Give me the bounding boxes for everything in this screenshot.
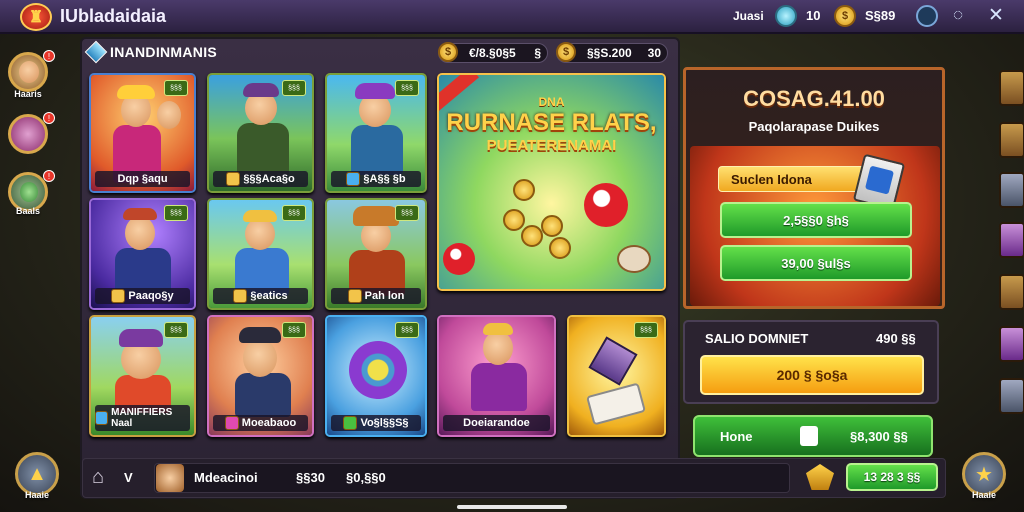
banner-line-2: RURNASE RLATS, [446, 109, 657, 136]
rail-hero-button[interactable] [8, 52, 48, 92]
side-tab-button[interactable] [999, 222, 1024, 258]
sale-buy-button[interactable]: 200 § §o§a [700, 355, 924, 395]
gold-coin-icon [549, 237, 571, 259]
offer-select-label[interactable]: Suclen Idona [718, 166, 868, 192]
hero-card[interactable]: Doeiarandoe [437, 315, 556, 437]
card-price-tag: §§§ [395, 205, 419, 221]
offer-subheading: Paqolarapase Duikes [748, 119, 880, 134]
item-card[interactable]: §§§ Vo§l§§S§ [325, 315, 427, 437]
side-tab-button[interactable] [999, 274, 1024, 310]
castle-icon[interactable]: ♜ [20, 3, 52, 31]
currency-2-value: §§S.200 [587, 46, 632, 60]
player-price-1: §§30 [296, 470, 325, 485]
top-label: Juasi [733, 9, 764, 23]
pet-icon [617, 245, 651, 273]
card-label: Pah lon [331, 288, 421, 304]
close-icon[interactable]: ✕ [988, 4, 1004, 27]
offer-option-2-button[interactable]: 39,00 §ul§s [720, 245, 912, 281]
rail-notification-badge: ! [43, 112, 55, 124]
banner-line-1: DNA [538, 95, 565, 109]
home-indicator [457, 505, 567, 509]
gold-coin-icon [541, 215, 563, 237]
globe-icon[interactable] [916, 5, 938, 27]
card-label: §A§§ §b [331, 171, 421, 187]
ball-icon [443, 243, 475, 275]
home-icon[interactable]: ⌂ [92, 466, 104, 489]
rail-gift-button[interactable] [8, 114, 48, 154]
card-label: §§§Aca§o [213, 171, 308, 187]
banner-line-3: PUEATERENAMAI [486, 137, 617, 154]
gold-coin-icon [513, 179, 535, 201]
gold-coin-icon: $ [556, 42, 576, 62]
rail-hero-label: Haaris [14, 89, 42, 99]
confirm-value: §8,300 §§ [850, 429, 908, 444]
card-label: MANIFFIERS Naal [95, 405, 190, 431]
side-tab-button[interactable] [999, 326, 1024, 362]
total-button[interactable]: 13 28 3 §§ [846, 463, 938, 491]
card-price-tag: §§§ [164, 205, 188, 221]
v-label: V [124, 470, 133, 485]
item-card[interactable]: §§§ [567, 315, 666, 437]
card-label: Doeiarandoe [443, 415, 550, 431]
search-icon[interactable]: ◌ [953, 5, 963, 25]
hero-card[interactable]: §§§ §§§Aca§o [207, 73, 314, 193]
app-title: IUbladaidaia [60, 6, 167, 26]
gem-icon[interactable] [775, 5, 797, 27]
offer-heading: COSAG.41.00 [743, 86, 885, 111]
offer-option-1-button[interactable]: 2,5§§0 §h§ [720, 202, 912, 238]
currency-2-suffix: 30 [647, 46, 661, 60]
left-menu-label: Haaie [24, 490, 50, 500]
right-menu-label: Haaie [971, 490, 997, 500]
card-label: Paaqo§y [95, 288, 190, 304]
rail-notification-badge: ! [43, 50, 55, 62]
side-tab-button[interactable] [999, 378, 1024, 414]
hero-card[interactable]: §§§ Paaqo§y [89, 198, 196, 310]
hero-card[interactable]: §§§ §eatics [207, 198, 314, 310]
side-tab-button[interactable] [999, 122, 1024, 158]
gold-coin-icon [521, 225, 543, 247]
card-price-tag: §§§ [634, 322, 658, 338]
hero-card[interactable]: §§§ Moeabaoo [207, 315, 314, 437]
confirm-label: Hone [720, 429, 753, 444]
ball-icon [584, 183, 628, 227]
currency-1-value: €/8.§0§5 [469, 46, 516, 60]
player-price-2: §0,§§0 [346, 470, 386, 485]
sale-amount: 490 §§ [876, 331, 916, 346]
card-price-tag: §§§ [282, 80, 306, 96]
rail-notification-badge: ! [43, 170, 55, 182]
gold-coin-icon [503, 209, 525, 231]
card-price-tag: §§§ [282, 322, 306, 338]
currency-1-suffix: § [534, 46, 541, 60]
panel-title: INANDINMANIS [110, 44, 218, 60]
gold-coin-icon: $ [438, 42, 458, 62]
side-tab-button[interactable] [999, 70, 1024, 106]
rail-guild-label: Baals [15, 206, 41, 216]
thumbs-up-icon [800, 426, 818, 446]
card-price-tag: §§§ [164, 322, 188, 338]
gold-coin-icon[interactable]: $ [834, 5, 856, 27]
hero-card[interactable]: §§§ Pah lon [325, 198, 427, 310]
sale-title: SALIO DOMNIET [705, 331, 809, 346]
gem-count: 10 [806, 8, 821, 23]
featured-event-banner[interactable]: DNA RURNASE RLATS, PUEATERENAMAI [437, 73, 666, 291]
card-label: §eatics [213, 288, 308, 304]
card-price-tag: §§§ [282, 205, 306, 221]
card-label: Vo§l§§S§ [331, 415, 421, 431]
card-price-tag: §§§ [395, 80, 419, 96]
card-price-tag: §§§ [395, 322, 419, 338]
side-tab-button[interactable] [999, 172, 1024, 208]
card-label: Dqp §aqu [95, 171, 190, 187]
hero-card[interactable]: §§§ MANIFFIERS Naal [89, 315, 196, 437]
hero-card[interactable]: §§§ §A§§ §b [325, 73, 427, 193]
card-price-tag: §§§ [164, 80, 188, 96]
avatar [156, 464, 184, 492]
card-label: Moeabaoo [213, 415, 308, 431]
gold-value: S§89 [865, 8, 896, 23]
player-name: Mdeacinoi [194, 470, 258, 485]
hero-card[interactable]: §§§ Dqp §aqu [89, 73, 196, 193]
